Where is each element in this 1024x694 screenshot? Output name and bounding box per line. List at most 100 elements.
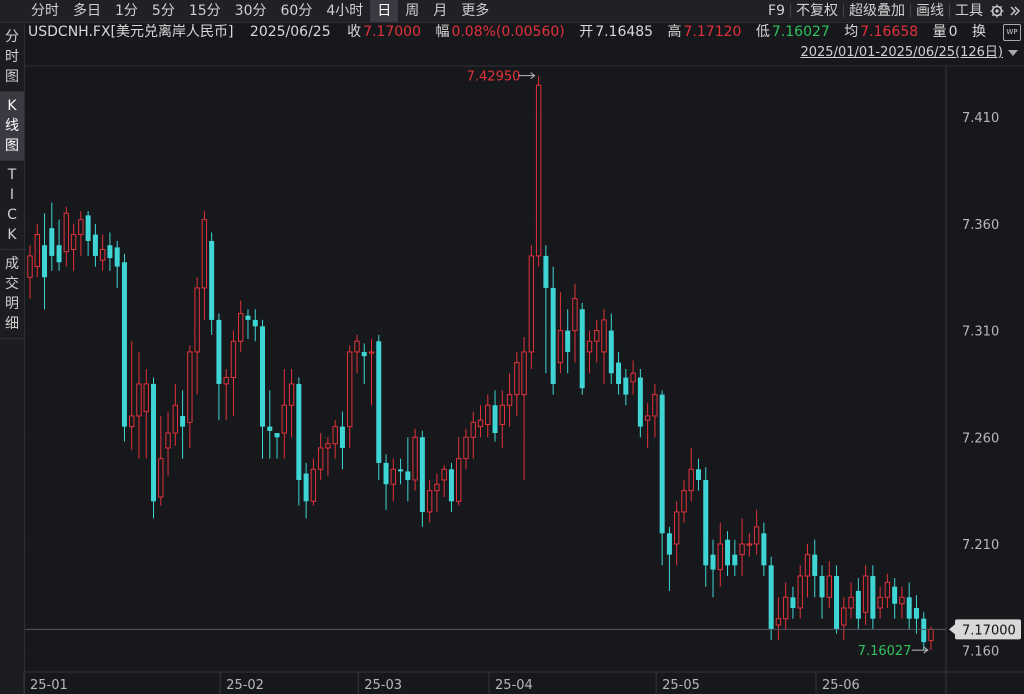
candle-body-down bbox=[565, 330, 571, 352]
candle-body-up bbox=[412, 436, 418, 481]
candle-body-up bbox=[572, 298, 578, 332]
candle-body-up bbox=[797, 575, 803, 609]
candle-body-down bbox=[579, 309, 585, 389]
candle-body-up bbox=[201, 219, 208, 289]
candle-body-down bbox=[666, 533, 672, 555]
candle-body-down bbox=[209, 240, 215, 320]
candle-body-up bbox=[928, 628, 934, 641]
candle-body-up bbox=[746, 543, 753, 546]
candle-body-up bbox=[673, 511, 680, 545]
candle-body-down bbox=[419, 437, 425, 512]
x-tick-label: 25-01 bbox=[30, 678, 68, 693]
min-arrow-icon bbox=[911, 646, 929, 654]
candle-body-down bbox=[296, 383, 302, 480]
candle-body-up bbox=[354, 340, 360, 353]
candle-body-down bbox=[121, 262, 127, 427]
candle-body-up bbox=[78, 219, 84, 236]
candle-body-up bbox=[594, 330, 600, 342]
candle-body-up bbox=[238, 313, 244, 342]
last-price-tag: 7.17000 bbox=[962, 623, 1016, 638]
candle-body-down bbox=[921, 618, 927, 643]
candle-body-up bbox=[63, 212, 70, 253]
candle-body-down bbox=[267, 426, 273, 431]
candle-body-up bbox=[434, 483, 440, 492]
candle-body-up bbox=[652, 394, 658, 417]
max-price-label: 7.42950 bbox=[467, 70, 521, 85]
candle-body-up bbox=[586, 340, 593, 353]
candle-body-up bbox=[775, 618, 782, 626]
candle-body-up bbox=[158, 458, 164, 498]
candle-body-up bbox=[848, 596, 854, 609]
candle-body-down bbox=[637, 377, 643, 427]
candle-body-down bbox=[56, 245, 62, 263]
candle-body-down bbox=[892, 586, 898, 604]
candle-body-up bbox=[804, 554, 811, 577]
y-tick-label: 7.360 bbox=[962, 218, 999, 233]
candle-body-up bbox=[317, 447, 324, 470]
candle-body-up bbox=[782, 596, 789, 620]
candle-body-up bbox=[477, 419, 484, 428]
candlestick-chart[interactable]: 7.160 7.210 7.260 7.310 7.360 7.410 25-01 25-02… bbox=[0, 0, 1024, 694]
candle-body-down bbox=[216, 319, 222, 384]
candle-body-up bbox=[463, 436, 469, 460]
candle-body-up bbox=[506, 394, 513, 406]
candle-body-up bbox=[753, 526, 760, 545]
candle-body-up bbox=[841, 607, 847, 626]
candle-body-up bbox=[717, 543, 723, 571]
candle-body-down bbox=[761, 533, 767, 566]
candle-body-up bbox=[499, 404, 505, 425]
candle-body-up bbox=[310, 468, 317, 502]
x-tick-label: 25-06 bbox=[822, 678, 860, 693]
candle-body-up bbox=[332, 426, 338, 445]
candle-body-down bbox=[834, 575, 840, 630]
candle-body-down bbox=[361, 351, 367, 357]
candle-body-down bbox=[543, 255, 549, 288]
candle-body-up bbox=[514, 362, 520, 396]
candle-body-up bbox=[485, 404, 491, 425]
last-price-tag-arrow bbox=[949, 624, 955, 635]
candle-body-up bbox=[826, 575, 832, 598]
y-tick-label: 7.260 bbox=[962, 431, 999, 446]
max-arrow-icon bbox=[518, 72, 536, 80]
candle-body-down bbox=[107, 245, 113, 259]
candle-body-down bbox=[768, 565, 774, 630]
candle-body-down bbox=[92, 234, 98, 256]
candle-body-down bbox=[790, 597, 796, 608]
candle-body-up bbox=[165, 432, 171, 449]
candle-body-up bbox=[99, 249, 106, 261]
candle-body-down bbox=[608, 330, 614, 374]
candle-body-up bbox=[281, 404, 288, 434]
candle-body-down bbox=[274, 433, 280, 438]
x-tick-label: 25-05 bbox=[662, 678, 700, 693]
candle-body-up bbox=[230, 340, 237, 379]
candle-body-up bbox=[426, 490, 433, 513]
candle-body-up bbox=[877, 596, 883, 609]
x-tick-label: 25-03 bbox=[364, 678, 402, 693]
candle-body-down bbox=[49, 228, 55, 256]
candle-body-up bbox=[441, 468, 447, 481]
candle-body-down bbox=[732, 554, 738, 566]
candle-body-down bbox=[405, 471, 411, 480]
candle-body-up bbox=[681, 490, 687, 513]
candle-body-down bbox=[550, 287, 556, 384]
candle-body-down bbox=[855, 590, 861, 619]
candle-body-up bbox=[456, 458, 462, 502]
candle-body-up bbox=[347, 351, 353, 428]
candle-body-down bbox=[725, 539, 731, 566]
candle-body-up bbox=[223, 377, 229, 385]
y-tick-label: 7.310 bbox=[962, 325, 999, 340]
candle-body-down bbox=[114, 247, 120, 267]
candle-body-down bbox=[906, 597, 912, 619]
candle-body-down bbox=[398, 469, 404, 472]
candle-body-down bbox=[703, 479, 709, 566]
candle-body-down bbox=[870, 575, 876, 619]
candle-body-up bbox=[390, 468, 397, 485]
x-tick-label: 25-04 bbox=[495, 678, 533, 693]
candle-body-down bbox=[42, 245, 48, 278]
candle-body-up bbox=[862, 575, 869, 613]
candle-body-up bbox=[325, 443, 331, 449]
candle-body-up bbox=[521, 351, 527, 396]
y-tick-label: 7.210 bbox=[962, 538, 999, 553]
candle-body-up bbox=[136, 383, 142, 417]
candle-body-down bbox=[812, 554, 818, 576]
